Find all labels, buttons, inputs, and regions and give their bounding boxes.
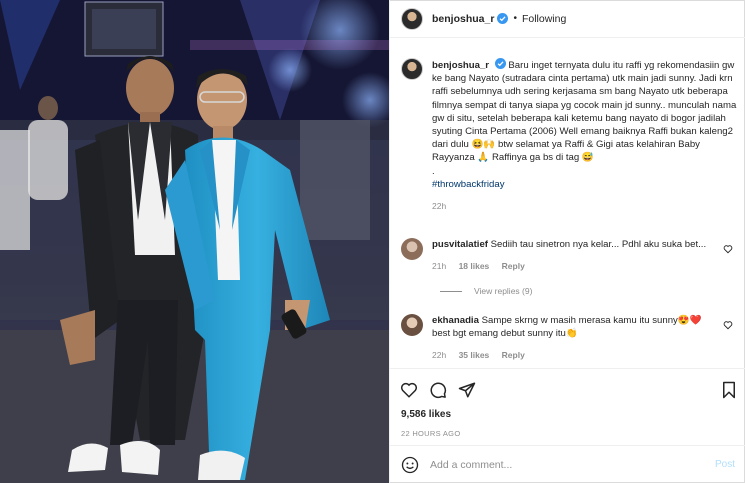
caption-body: benjoshua_r Baru inget ternyata dulu itu…: [432, 58, 741, 213]
caption: benjoshua_r Baru inget ternyata dulu itu…: [401, 58, 741, 213]
caption-avatar[interactable]: [401, 58, 423, 80]
comment-body: ekhanadia Sampe skrng w masih merasa kam…: [432, 314, 722, 362]
share-icon[interactable]: [458, 381, 476, 399]
comment-item: pusvitalatief Sediih tau sinetron nya ke…: [401, 238, 741, 273]
comment-likes[interactable]: 35 likes: [459, 350, 490, 360]
following-button[interactable]: Following: [522, 13, 566, 25]
post-side-panel: benjoshua_r • Following benjoshua_r Baru…: [389, 0, 745, 483]
comment-likes[interactable]: 18 likes: [459, 261, 490, 271]
comment-heart-icon[interactable]: [723, 320, 733, 330]
author-avatar[interactable]: [401, 7, 423, 30]
comment-time[interactable]: 22h: [432, 350, 446, 360]
post-photo[interactable]: [0, 0, 389, 483]
comment-body: pusvitalatief Sediih tau sinetron nya ke…: [432, 238, 722, 273]
author-username[interactable]: benjoshua_r: [432, 13, 494, 25]
add-comment-bar: Add a comment... Post: [390, 445, 745, 483]
separator-dot: •: [513, 13, 517, 24]
caption-time[interactable]: 22h: [432, 200, 741, 213]
view-replies-line: [440, 290, 462, 292]
commenter-avatar[interactable]: [401, 314, 423, 336]
verified-badge-icon: [497, 13, 509, 24]
caption-text: Baru inget ternyata dulu itu raffi yg re…: [432, 60, 737, 164]
comment-heart-icon[interactable]: [723, 244, 733, 254]
bookmark-icon[interactable]: [720, 381, 738, 399]
post-timestamp[interactable]: 22 HOURS AGO: [401, 429, 460, 438]
hashtag-link[interactable]: #throwbackfriday: [432, 178, 741, 191]
commenter-username[interactable]: ekhanadia: [432, 315, 479, 326]
comments-scroll-area[interactable]: benjoshua_r Baru inget ternyata dulu itu…: [390, 38, 745, 368]
commenter-username[interactable]: pusvitalatief: [432, 239, 488, 250]
reply-button[interactable]: Reply: [502, 350, 525, 360]
comment-icon[interactable]: [429, 381, 447, 399]
caption-dot-line: .: [432, 165, 435, 177]
comment-time[interactable]: 21h: [432, 261, 446, 271]
post-header: benjoshua_r • Following: [390, 0, 745, 38]
photo-illustration: [0, 0, 389, 483]
likes-count[interactable]: 9,586 likes: [401, 409, 451, 420]
post-comment-button[interactable]: Post: [715, 459, 735, 470]
comment-meta: 21h 18 likes Reply: [432, 260, 722, 273]
comment-item: ekhanadia Sampe skrng w masih merasa kam…: [401, 314, 741, 362]
reply-button[interactable]: Reply: [502, 261, 525, 271]
commenter-avatar[interactable]: [401, 238, 423, 260]
view-replies-label[interactable]: View replies (9): [474, 286, 532, 296]
comment-meta: 22h 35 likes Reply: [432, 349, 722, 362]
verified-badge-icon: [494, 58, 506, 69]
post-actions: 9,586 likes 22 HOURS AGO Add a comment..…: [390, 368, 745, 480]
caption-username[interactable]: benjoshua_r: [432, 60, 489, 71]
heart-icon[interactable]: [400, 381, 418, 399]
comment-input[interactable]: Add a comment...: [430, 459, 715, 471]
view-replies[interactable]: View replies (9): [440, 286, 532, 296]
comment-text: Sediih tau sinetron nya kelar... Pdhl ak…: [490, 239, 707, 250]
emoji-icon[interactable]: [401, 456, 419, 474]
